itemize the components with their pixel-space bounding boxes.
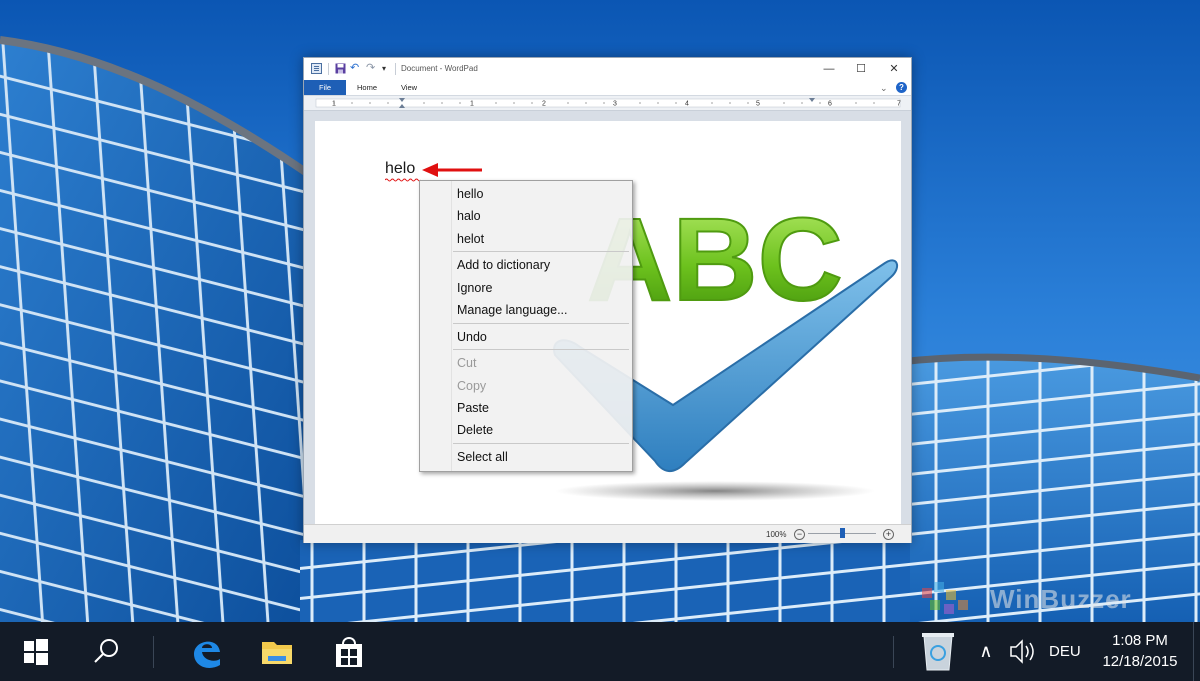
menu-item-ignore[interactable]: Ignore [457,277,492,299]
volume-icon[interactable] [1003,622,1041,681]
menu-item-add-to-dictionary[interactable]: Add to dictionary [457,254,550,276]
ruler-number: 3 [613,101,617,108]
show-hidden-icons-chevron[interactable]: ∧ [970,622,1002,681]
ruler-scale: 1 1 2 3 4 5 6 7 [315,98,901,108]
title-bar[interactable]: ↶ ↷ ▾ Document - WordPad — ☐ ✕ [304,58,911,80]
clock-date[interactable]: 12/18/2015 [1094,653,1186,670]
edge-browser-button[interactable] [174,622,238,681]
show-desktop-button[interactable] [1193,622,1200,681]
menu-item-cut: Cut [457,356,477,370]
maximize-button[interactable]: ☐ [844,58,878,80]
ruler-number: 1 [332,101,336,108]
store-icon [336,637,362,667]
zoom-in-button[interactable]: + [883,529,894,540]
zoom-slider-thumb[interactable] [840,528,845,538]
tab-file[interactable]: File [304,80,346,95]
menu-item-delete[interactable]: Delete [457,419,493,441]
red-arrow-icon [422,163,482,177]
watermark-text: WinBuzzer [990,584,1132,614]
windows-logo-icon [24,639,48,665]
ruler-number: 7 [897,101,901,108]
menu-separator [453,443,629,444]
spellcheck-context-menu: hello halo helot Add to dictionary Ignor… [419,180,633,472]
tab-home[interactable]: Home [346,80,388,95]
input-language-indicator[interactable]: DEU [1049,643,1081,660]
spelling-error-underline [385,178,421,182]
menu-separator [453,251,629,252]
ruler-number: 5 [756,101,760,108]
customize-quick-access-icon[interactable]: ▾ [382,63,393,74]
menu-item-undo[interactable]: Undo [457,326,487,348]
file-explorer-button[interactable] [244,622,308,681]
ruler-number: 6 [828,101,832,108]
folder-icon [262,642,292,664]
help-icon[interactable]: ? [896,82,907,93]
edge-icon [194,641,220,668]
menu-item-suggestion-halo[interactable]: halo [457,205,481,227]
recycle-bin-icon[interactable] [912,622,964,681]
menu-item-suggestion-hello[interactable]: hello [457,183,483,205]
window-title: Document - WordPad [401,64,478,73]
minimize-button[interactable]: — [812,58,846,80]
zoom-level: 100% [766,530,787,539]
tab-view[interactable]: View [390,80,428,95]
taskbar: ∧ DEU 1:08 PM 12/18/2015 [0,622,1200,681]
menu-gutter [451,181,452,471]
misspelled-word[interactable]: helo [385,160,415,178]
menu-item-suggestion-helot[interactable]: helot [457,228,484,250]
taskbar-divider [153,636,154,668]
menu-item-select-all[interactable]: Select all [457,446,508,468]
clock-time[interactable]: 1:08 PM [1094,632,1186,649]
menu-separator [453,349,629,350]
zoom-out-button[interactable]: − [794,529,805,540]
undo-icon[interactable]: ↶ [350,63,361,74]
expand-ribbon-icon[interactable]: ⌄ [880,83,888,94]
ruler-number: 1 [470,101,474,108]
ruler-number: 2 [542,101,546,108]
ribbon-tabs: File Home View ⌄ ? [304,80,911,96]
menu-item-paste[interactable]: Paste [457,397,489,419]
close-button[interactable]: ✕ [877,58,911,80]
menu-item-manage-language[interactable]: Manage language... [457,299,568,321]
tray-divider [893,636,894,668]
wordpad-app-icon[interactable] [311,63,322,74]
menu-item-copy: Copy [457,379,487,393]
store-button[interactable] [316,622,380,681]
search-icon [94,639,118,663]
search-button[interactable] [70,622,142,681]
ruler[interactable]: 1 1 2 3 4 5 6 7 [304,96,911,111]
save-icon[interactable] [335,63,346,74]
start-button[interactable] [0,622,70,681]
menu-separator [453,323,629,324]
quick-access-divider [328,63,329,75]
title-divider [395,63,396,75]
redo-icon[interactable]: ↷ [366,63,377,74]
ruler-number: 4 [685,101,689,108]
status-bar: 100% − + [304,524,911,543]
